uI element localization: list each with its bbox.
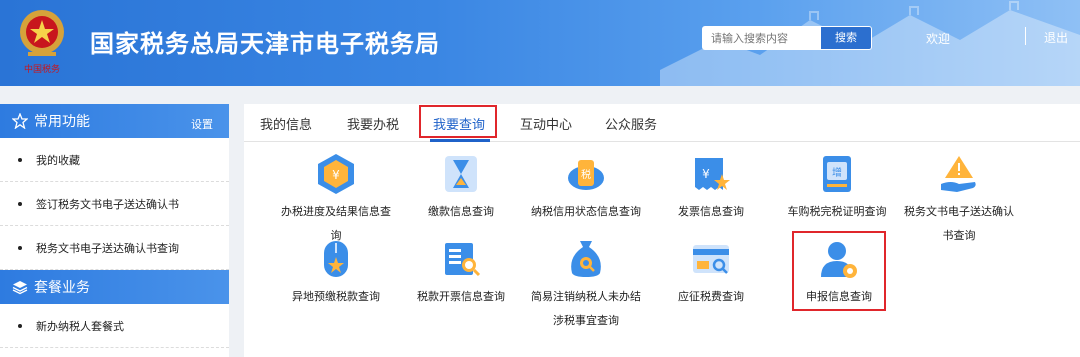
tile-label: 办税进度及结果信息查 [281, 205, 391, 218]
welcome-text: 欢迎 [926, 32, 951, 46]
sidebar-section-title: 套餐业务 [34, 280, 90, 296]
tile-invoice-query[interactable]: ¥ 发票信息查询 [645, 152, 777, 224]
vehicle-tax-icon: 增 [823, 156, 851, 192]
tab-interaction[interactable]: 互动中心 [520, 114, 572, 133]
tax-emblem-logo: 中国税务 [20, 10, 64, 75]
tile-label: 异地预缴税款查询 [292, 290, 380, 303]
tile-vehicle-tax-cert[interactable]: 增 车购税完税证明查询 [771, 152, 903, 224]
main-panel: 我的信息 我要办税 我要查询 互动中心 公众服务 ¥ 办税进度及结果信息查询 缴… [244, 104, 1080, 357]
svg-text:¥: ¥ [702, 167, 710, 181]
tile-label: 缴款信息查询 [428, 205, 494, 218]
card-search-icon [693, 245, 729, 274]
bullet-icon [18, 201, 22, 206]
search-button[interactable]: 搜索 [820, 26, 872, 50]
tile-label: 书查询 [942, 229, 976, 242]
sidebar-section-package[interactable]: 套餐业务 [0, 270, 229, 304]
highlight-box-tab [419, 105, 497, 138]
tab-public-service[interactable]: 公众服务 [605, 114, 657, 133]
tile-label: 纳税信用状态信息查询 [531, 205, 641, 218]
search-input[interactable] [702, 26, 822, 50]
bullet-icon [18, 245, 22, 250]
header-divider [1025, 27, 1026, 45]
invoice-icon: ¥ [695, 158, 730, 190]
warning-hand-icon [941, 156, 976, 192]
active-tab-indicator [430, 139, 490, 142]
tile-label: 涉税事宜查询 [553, 314, 619, 327]
money-bag-search-icon [571, 241, 601, 277]
sidebar-section-common[interactable]: 常用功能 设置 [0, 104, 229, 138]
settings-link[interactable]: 设置 [191, 116, 213, 132]
tile-label: 发票信息查询 [678, 205, 744, 218]
tile-levied-tax-query[interactable]: 应征税费查询 [645, 237, 777, 309]
tile-document-confirmation-query[interactable]: 税务文书电子送达确认 书查询 [893, 152, 1025, 248]
tab-my-info[interactable]: 我的信息 [260, 114, 312, 133]
tile-label: 车购税完税证明查询 [787, 205, 887, 218]
sidebar-item-favorites[interactable]: 我的收藏 [0, 138, 229, 182]
bullet-icon [18, 157, 22, 162]
header: 中国税务 国家税务总局天津市电子税务局 搜索 欢迎 退出 [0, 0, 1080, 86]
star-icon [12, 113, 28, 129]
tile-credit-status[interactable]: 税 纳税信用状态信息查询 [520, 152, 652, 224]
sidebar-item-label: 我的收藏 [36, 153, 80, 167]
credit-icon: 税 [568, 160, 604, 190]
site-title: 国家税务总局天津市电子税务局 [90, 30, 440, 58]
layers-icon [12, 279, 28, 295]
sidebar-item-new-taxpayer-package[interactable]: 新办纳税人套餐式 [0, 304, 229, 348]
tile-label: 简易注销纳税人未办结 [531, 290, 641, 303]
progress-query-icon: ¥ [318, 154, 354, 194]
bullet-icon [18, 323, 22, 328]
sidebar-section-title: 常用功能 [34, 114, 90, 130]
tile-tax-invoicing-query[interactable]: 税款开票信息查询 [395, 237, 527, 309]
tile-payment-query[interactable]: 缴款信息查询 [395, 152, 527, 224]
tile-simple-deregistration-query[interactable]: 简易注销纳税人未办结 涉税事宜查询 [520, 237, 652, 333]
tab-bar: 我的信息 我要办税 我要查询 互动中心 公众服务 [244, 104, 1080, 142]
mouse-icon [324, 241, 348, 277]
sidebar-item-label: 签订税务文书电子送达确认书 [36, 197, 179, 211]
tile-label: 应征税费查询 [678, 290, 744, 303]
sidebar-item-label: 税务文书电子送达确认书查询 [36, 241, 179, 255]
logout-link[interactable]: 退出 [1044, 29, 1068, 46]
hourglass-icon [445, 156, 477, 192]
highlight-box-declaration [792, 231, 886, 311]
tile-progress-query[interactable]: ¥ 办税进度及结果信息查询 [270, 152, 402, 248]
tile-label: 税务文书电子送达确认 [904, 205, 1014, 218]
receipt-search-icon [445, 243, 481, 277]
svg-text:中国税务: 中国税务 [24, 63, 60, 75]
tab-tax-handling[interactable]: 我要办税 [347, 114, 399, 133]
svg-text:¥: ¥ [332, 168, 340, 182]
sidebar: 常用功能 设置 我的收藏 签订税务文书电子送达确认书 税务文书电子送达确认书查询… [0, 104, 229, 357]
tile-label: 税款开票信息查询 [417, 290, 505, 303]
sidebar-item-sign-confirmation[interactable]: 签订税务文书电子送达确认书 [0, 182, 229, 226]
sidebar-item-confirmation-query[interactable]: 税务文书电子送达确认书查询 [0, 226, 229, 270]
svg-text:税: 税 [581, 168, 591, 181]
tile-offsite-prepaid-query[interactable]: 异地预缴税款查询 [270, 237, 402, 309]
svg-text:增: 增 [832, 166, 842, 179]
sidebar-item-label: 新办纳税人套餐式 [36, 319, 124, 333]
